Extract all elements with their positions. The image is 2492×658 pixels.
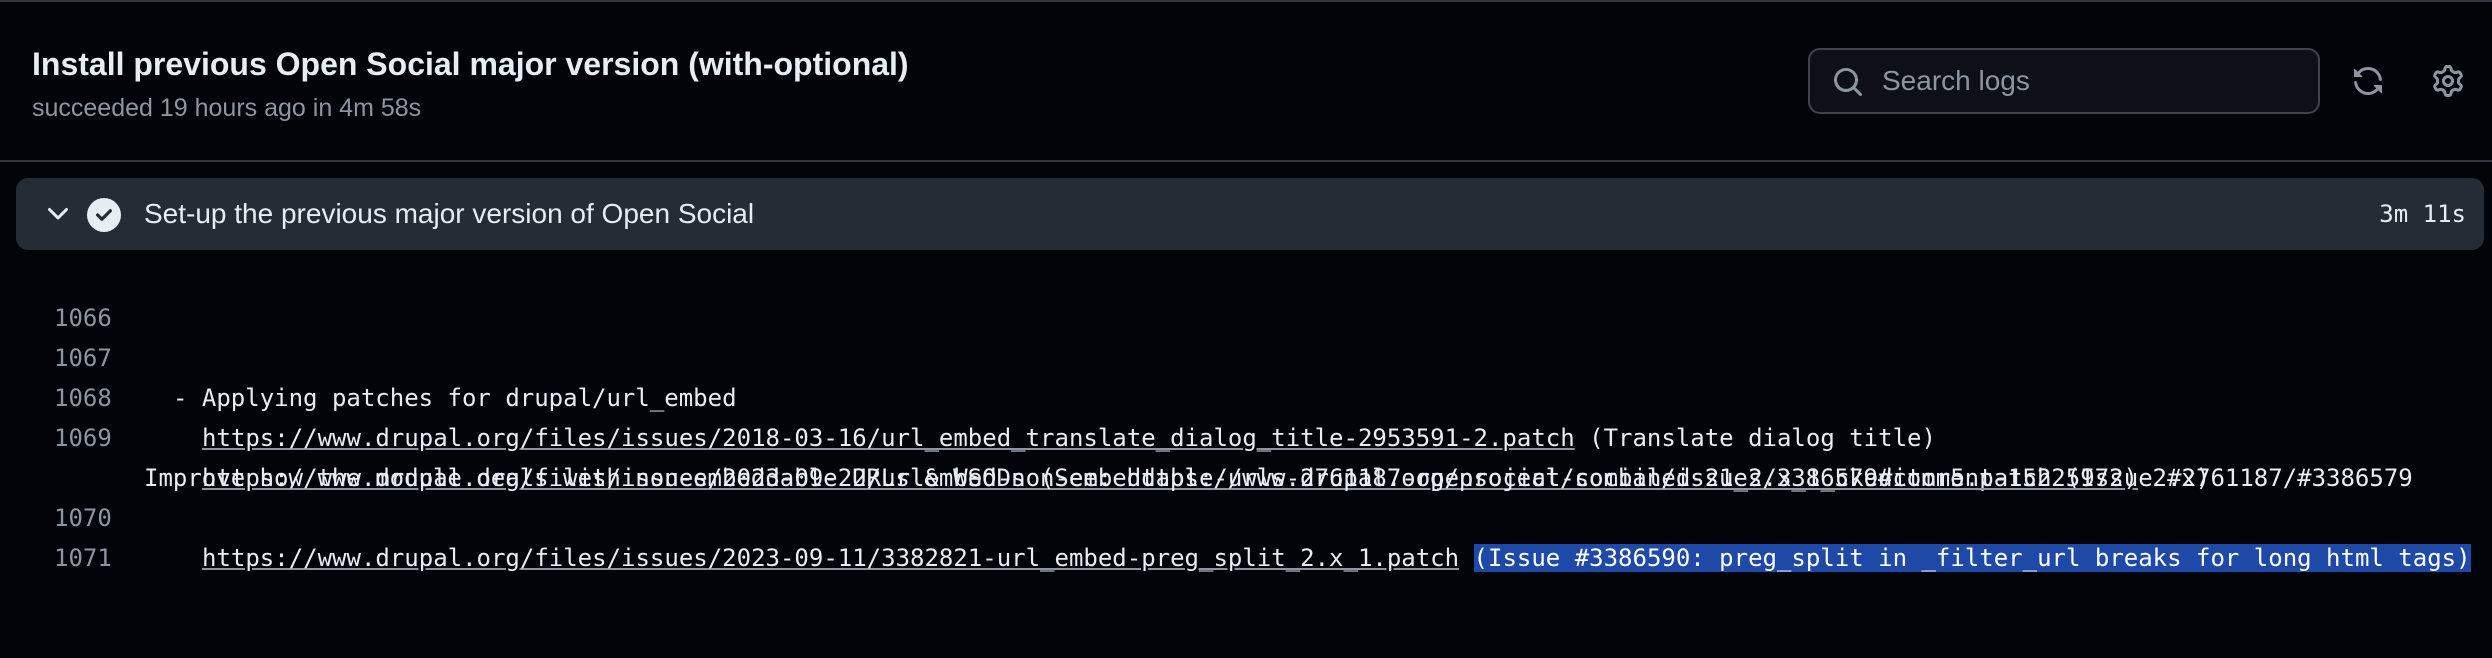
search-icon (1834, 68, 1863, 97)
chevron-down-icon[interactable] (42, 198, 74, 230)
refresh-button[interactable] (2346, 59, 2390, 103)
step-duration: 3m 11s (2379, 200, 2466, 228)
settings-button[interactable] (2426, 59, 2470, 103)
log-line: 1068 https://www.drupal.org/files/issues… (0, 338, 2492, 452)
log-line: 1071 (0, 498, 2492, 572)
search-logs-box[interactable] (1808, 48, 2320, 114)
log-line: 1067 - Applying patches for drupal/url_e… (0, 298, 2492, 412)
job-header: Install previous Open Social major versi… (0, 2, 2492, 162)
job-title: Install previous Open Social major versi… (32, 46, 909, 82)
patch-link[interactable]: https://www.drupal.org/files/issues/2023… (202, 544, 1459, 572)
log-line-wrap: Improve how the module deals with non-em… (0, 418, 2492, 492)
log-line: 1069 https://www.drupal.org/files/issues… (0, 378, 2492, 492)
step-title: Set-up the previous major version of Ope… (144, 198, 755, 229)
log-text: https://www.drupal.org/files/issues/2023… (202, 538, 2471, 578)
job-status-summary: succeeded 19 hours ago in 4m 58s (32, 94, 422, 122)
refresh-icon (2354, 67, 2382, 95)
search-logs-input[interactable] (1874, 50, 2304, 112)
selected-text: (Issue #3386590: preg_split in _filter_u… (1473, 544, 2471, 572)
step-header[interactable]: Set-up the previous major version of Ope… (16, 178, 2484, 250)
line-number[interactable]: 1071 (54, 538, 112, 578)
patch-separator (1459, 544, 1473, 572)
gear-icon (2433, 65, 2463, 97)
log-line: 1070 https://www.drupal.org/files/issues… (0, 458, 2492, 572)
check-circle-icon (87, 198, 121, 232)
log-line: 1066 (0, 258, 2492, 332)
